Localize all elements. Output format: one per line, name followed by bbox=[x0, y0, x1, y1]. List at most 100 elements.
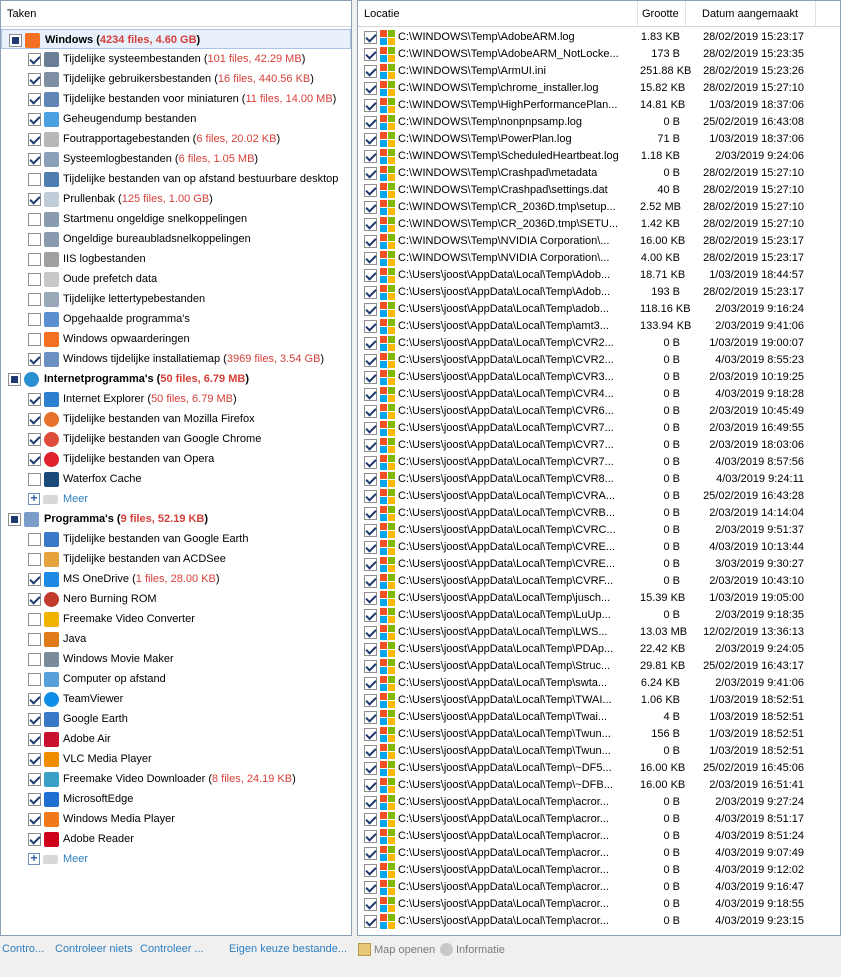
task-item[interactable]: Windows opwaarderingen bbox=[1, 329, 351, 349]
task-item[interactable]: Tijdelijke bestanden van Google Earth bbox=[1, 529, 351, 549]
file-checkbox[interactable] bbox=[364, 456, 377, 469]
task-item[interactable]: Startmenu ongeldige snelkoppelingen bbox=[1, 209, 351, 229]
task-item[interactable]: Tijdelijke bestanden van ACDSee bbox=[1, 549, 351, 569]
task-item[interactable]: Windows Media Player bbox=[1, 809, 351, 829]
task-checkbox[interactable] bbox=[28, 253, 41, 266]
file-checkbox[interactable] bbox=[364, 728, 377, 741]
check-all-link[interactable]: Contro... bbox=[2, 943, 44, 955]
file-checkbox[interactable] bbox=[364, 337, 377, 350]
check-default-link[interactable]: Controleer ... bbox=[140, 943, 204, 955]
task-checkbox[interactable] bbox=[28, 73, 41, 86]
task-checkbox[interactable] bbox=[28, 833, 41, 846]
task-checkbox[interactable] bbox=[28, 293, 41, 306]
file-row[interactable]: C:\Users\joost\AppData\Local\Temp\Adob..… bbox=[358, 284, 840, 301]
task-checkbox[interactable] bbox=[8, 373, 21, 386]
task-item[interactable]: Tijdelijke bestanden voor miniaturen (11… bbox=[1, 89, 351, 109]
column-header-location[interactable]: Locatie bbox=[358, 1, 638, 27]
task-checkbox[interactable] bbox=[28, 173, 41, 186]
task-item[interactable]: Opgehaalde programma's bbox=[1, 309, 351, 329]
task-checkbox[interactable] bbox=[28, 133, 41, 146]
task-checkbox[interactable] bbox=[28, 593, 41, 606]
file-row[interactable]: C:\Users\joost\AppData\Local\Temp\CVR6..… bbox=[358, 403, 840, 420]
task-checkbox[interactable] bbox=[28, 353, 41, 366]
file-row[interactable]: C:\Users\joost\AppData\Local\Temp\CVRF..… bbox=[358, 573, 840, 590]
task-item[interactable]: Tijdelijke gebruikersbestanden (16 files… bbox=[1, 69, 351, 89]
file-checkbox[interactable] bbox=[364, 915, 377, 928]
file-row[interactable]: C:\Users\joost\AppData\Local\Temp\CVR3..… bbox=[358, 369, 840, 386]
file-checkbox[interactable] bbox=[364, 813, 377, 826]
file-row[interactable]: C:\Users\joost\AppData\Local\Temp\LWS...… bbox=[358, 624, 840, 641]
file-row[interactable]: C:\Users\joost\AppData\Local\Temp\swta..… bbox=[358, 675, 840, 692]
file-checkbox[interactable] bbox=[364, 371, 377, 384]
file-row[interactable]: C:\Users\joost\AppData\Local\Temp\Twun..… bbox=[358, 726, 840, 743]
file-checkbox[interactable] bbox=[364, 82, 377, 95]
expand-plus-icon[interactable]: + bbox=[28, 492, 40, 505]
task-checkbox[interactable] bbox=[28, 53, 41, 66]
check-none-link[interactable]: Controleer niets bbox=[55, 943, 133, 955]
task-checkbox[interactable] bbox=[28, 533, 41, 546]
file-checkbox[interactable] bbox=[364, 235, 377, 248]
task-item[interactable]: Windows Movie Maker bbox=[1, 649, 351, 669]
tasks-tree-panel[interactable]: Taken Windows (4234 files, 4.60 GB) Tijde… bbox=[0, 0, 352, 936]
task-item[interactable]: Tijdelijke bestanden van op afstand best… bbox=[1, 169, 351, 189]
file-checkbox[interactable] bbox=[364, 99, 377, 112]
file-checkbox[interactable] bbox=[364, 881, 377, 894]
task-item[interactable]: Tijdelijke lettertypebestanden bbox=[1, 289, 351, 309]
file-row[interactable]: C:\Users\joost\AppData\Local\Temp\CVRE..… bbox=[358, 539, 840, 556]
file-row[interactable]: C:\Users\joost\AppData\Local\Temp\~DFB..… bbox=[358, 777, 840, 794]
file-checkbox[interactable] bbox=[364, 745, 377, 758]
task-checkbox[interactable] bbox=[28, 773, 41, 786]
task-item[interactable]: Tijdelijke bestanden van Mozilla Firefox bbox=[1, 409, 351, 429]
task-checkbox[interactable] bbox=[28, 313, 41, 326]
more-link[interactable]: + Meer bbox=[1, 489, 351, 509]
task-checkbox[interactable] bbox=[28, 733, 41, 746]
file-checkbox[interactable] bbox=[364, 201, 377, 214]
file-row[interactable]: C:\Users\joost\AppData\Local\Temp\CVR7..… bbox=[358, 454, 840, 471]
task-checkbox[interactable] bbox=[8, 513, 21, 526]
file-row[interactable]: C:\Users\joost\AppData\Local\Temp\CVR2..… bbox=[358, 352, 840, 369]
file-row[interactable]: C:\Users\joost\AppData\Local\Temp\CVRB..… bbox=[358, 505, 840, 522]
file-row[interactable]: C:\WINDOWS\Temp\PowerPlan.log 71 B 1/03/20… bbox=[358, 131, 840, 148]
task-checkbox[interactable] bbox=[28, 433, 41, 446]
tasks-header[interactable]: Taken bbox=[1, 1, 351, 27]
task-item[interactable]: MicrosoftEdge bbox=[1, 789, 351, 809]
file-checkbox[interactable] bbox=[364, 524, 377, 537]
file-row[interactable]: C:\WINDOWS\Temp\Crashpad\metadata 0 B 28/0… bbox=[358, 165, 840, 182]
task-item[interactable]: Adobe Air bbox=[1, 729, 351, 749]
task-checkbox[interactable] bbox=[28, 453, 41, 466]
file-row[interactable]: C:\WINDOWS\Temp\chrome_installer.log 15.8… bbox=[358, 80, 840, 97]
file-row[interactable]: C:\WINDOWS\Temp\CR_2036D.tmp\setup... 2.5… bbox=[358, 199, 840, 216]
task-checkbox[interactable] bbox=[28, 413, 41, 426]
file-row[interactable]: C:\Users\joost\AppData\Local\Temp\acror.… bbox=[358, 896, 840, 913]
file-checkbox[interactable] bbox=[364, 541, 377, 554]
file-checkbox[interactable] bbox=[364, 864, 377, 877]
file-checkbox[interactable] bbox=[364, 762, 377, 775]
task-item[interactable]: Tijdelijke bestanden van Google Chrome bbox=[1, 429, 351, 449]
file-row[interactable]: C:\Users\joost\AppData\Local\Temp\CVRE..… bbox=[358, 556, 840, 573]
file-checkbox[interactable] bbox=[364, 405, 377, 418]
file-checkbox[interactable] bbox=[364, 388, 377, 401]
task-checkbox[interactable] bbox=[28, 653, 41, 666]
file-checkbox[interactable] bbox=[364, 167, 377, 180]
task-checkbox[interactable] bbox=[9, 34, 22, 47]
file-row[interactable]: C:\Users\joost\AppData\Local\Temp\acror.… bbox=[358, 794, 840, 811]
task-item[interactable]: Freemake Video Converter bbox=[1, 609, 351, 629]
file-row[interactable]: C:\Users\joost\AppData\Local\Temp\jusch.… bbox=[358, 590, 840, 607]
file-row[interactable]: C:\WINDOWS\Temp\AdobeARM_NotLocke... 173 … bbox=[358, 46, 840, 63]
file-checkbox[interactable] bbox=[364, 354, 377, 367]
file-row[interactable]: C:\Users\joost\AppData\Local\Temp\CVRC..… bbox=[358, 522, 840, 539]
task-checkbox[interactable] bbox=[28, 693, 41, 706]
task-checkbox[interactable] bbox=[28, 153, 41, 166]
file-row[interactable]: C:\Users\joost\AppData\Local\Temp\acror.… bbox=[358, 811, 840, 828]
file-checkbox[interactable] bbox=[364, 473, 377, 486]
task-item[interactable]: Google Earth bbox=[1, 709, 351, 729]
task-item[interactable]: VLC Media Player bbox=[1, 749, 351, 769]
task-checkbox[interactable] bbox=[28, 473, 41, 486]
task-checkbox[interactable] bbox=[28, 573, 41, 586]
column-header-date-created[interactable]: Datum aangemaakt bbox=[686, 1, 816, 27]
file-checkbox[interactable] bbox=[364, 116, 377, 129]
file-row[interactable]: C:\Users\joost\AppData\Local\Temp\amt3..… bbox=[358, 318, 840, 335]
task-checkbox[interactable] bbox=[28, 213, 41, 226]
file-row[interactable]: C:\WINDOWS\Temp\ArmUI.ini 251.88 KB 28/02/… bbox=[358, 63, 840, 80]
file-row[interactable]: C:\WINDOWS\Temp\AdobeARM.log 1.83 KB 28/02… bbox=[358, 29, 840, 46]
